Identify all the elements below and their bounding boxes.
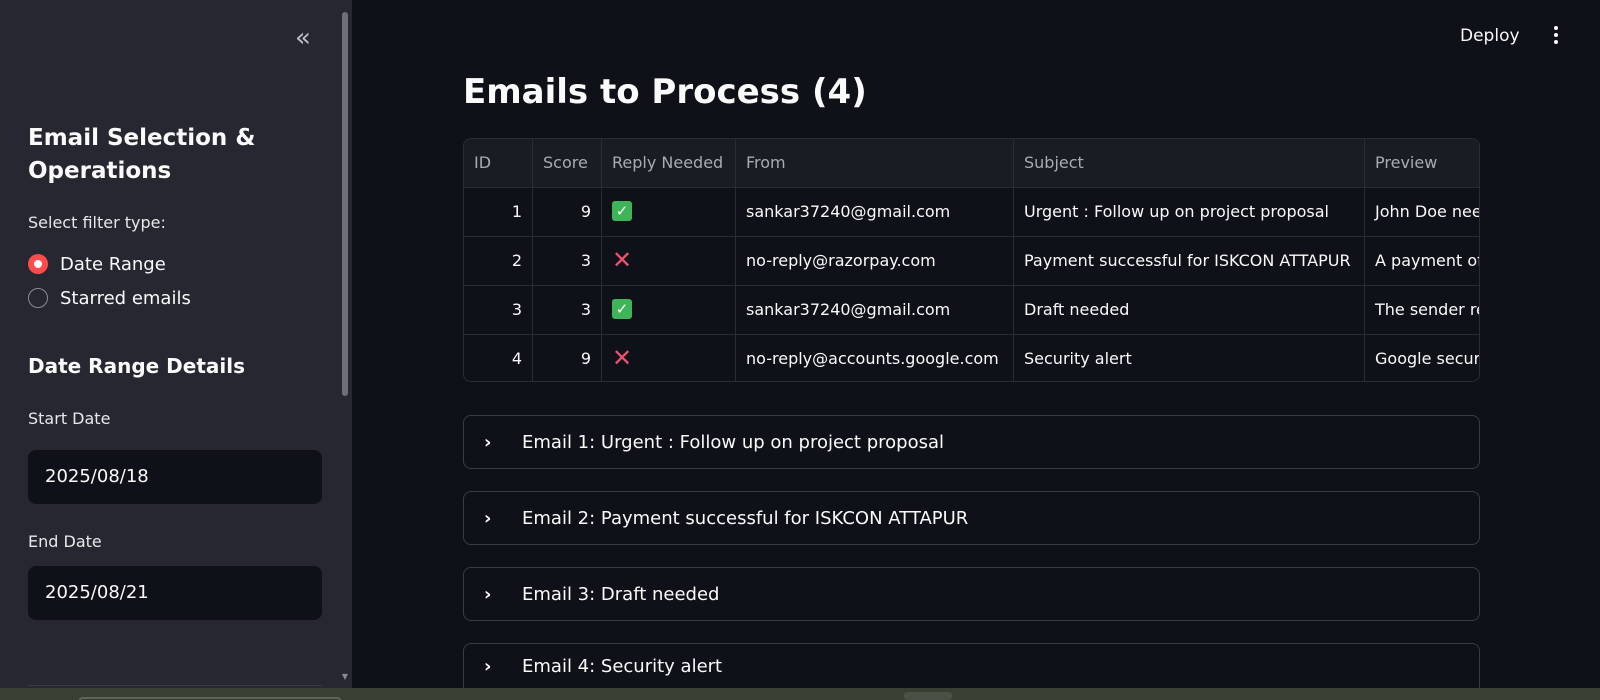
cell-score[interactable]: 3 xyxy=(533,237,602,285)
cell-score[interactable]: 9 xyxy=(533,188,602,236)
table-row[interactable]: 3 3 ✓ sankar37240@gmail.com Draft needed… xyxy=(464,286,1479,334)
date-range-heading: Date Range Details xyxy=(28,354,246,378)
table-row[interactable]: 4 9 ✕ no-reply@accounts.google.com Secur… xyxy=(464,335,1479,381)
column-header-from[interactable]: From xyxy=(736,139,1014,187)
emails-table[interactable]: ID Score Reply Needed From Subject Previ… xyxy=(463,138,1480,382)
cell-from[interactable]: no-reply@accounts.google.com xyxy=(736,335,1014,381)
check-mark-icon: ✓ xyxy=(612,201,632,221)
cell-id[interactable]: 2 xyxy=(464,237,533,285)
check-mark-icon: ✓ xyxy=(612,299,632,319)
table-row[interactable]: 1 9 ✓ sankar37240@gmail.com Urgent : Fol… xyxy=(464,188,1479,236)
sidebar-scrollbar[interactable]: ▼ xyxy=(340,8,350,684)
expander-email-4[interactable]: › Email 4: Security alert xyxy=(463,643,1480,688)
cell-score[interactable]: 9 xyxy=(533,335,602,381)
radio-starred-emails[interactable]: Starred emails xyxy=(28,285,191,311)
cell-preview[interactable]: Google secur xyxy=(1365,335,1479,381)
expander-label: Email 2: Payment successful for ISKCON A… xyxy=(522,507,969,529)
cell-subject[interactable]: Draft needed xyxy=(1014,286,1365,334)
collapse-sidebar-icon[interactable]: « xyxy=(288,24,318,54)
column-header-score[interactable]: Score xyxy=(533,139,602,187)
expander-label: Email 1: Urgent : Follow up on project p… xyxy=(522,431,944,453)
end-date-label: End Date xyxy=(28,532,102,551)
radio-unselected-icon[interactable] xyxy=(28,288,48,308)
radio-label: Date Range xyxy=(60,253,166,275)
cell-reply-needed[interactable]: ✕ xyxy=(602,335,736,381)
cell-preview[interactable]: John Doe nee xyxy=(1365,188,1479,236)
expander-email-2[interactable]: › Email 2: Payment successful for ISKCON… xyxy=(463,491,1480,545)
page-title: Emails to Process (4) xyxy=(463,72,867,112)
start-date-input[interactable]: 2025/08/18 xyxy=(28,450,322,504)
cross-mark-icon: ✕ xyxy=(612,245,633,274)
table-header-row: ID Score Reply Needed From Subject Previ… xyxy=(464,139,1479,187)
radio-date-range[interactable]: Date Range xyxy=(28,251,166,277)
cell-reply-needed[interactable]: ✕ xyxy=(602,237,736,285)
table-row[interactable]: 2 3 ✕ no-reply@razorpay.com Payment succ… xyxy=(464,237,1479,285)
sidebar-title: Email Selection & Operations xyxy=(28,125,256,184)
cell-id[interactable]: 3 xyxy=(464,286,533,334)
expander-email-1[interactable]: › Email 1: Urgent : Follow up on project… xyxy=(463,415,1480,469)
cell-reply-needed[interactable]: ✓ xyxy=(602,188,736,236)
sidebar-divider xyxy=(28,685,322,686)
cell-score[interactable]: 3 xyxy=(533,286,602,334)
cell-subject[interactable]: Urgent : Follow up on project proposal xyxy=(1014,188,1365,236)
cell-from[interactable]: sankar37240@gmail.com xyxy=(736,286,1014,334)
taskbar-app-icon[interactable] xyxy=(904,692,952,700)
scrollbar-thumb[interactable] xyxy=(342,12,348,396)
cell-from[interactable]: no-reply@razorpay.com xyxy=(736,237,1014,285)
cell-from[interactable]: sankar37240@gmail.com xyxy=(736,188,1014,236)
chevron-right-icon: › xyxy=(484,583,492,605)
column-header-subject[interactable]: Subject xyxy=(1014,139,1365,187)
deploy-button[interactable]: Deploy xyxy=(1460,26,1520,46)
cell-id[interactable]: 1 xyxy=(464,188,533,236)
cell-subject[interactable]: Payment successful for ISKCON ATTAPUR xyxy=(1014,237,1365,285)
expander-email-3[interactable]: › Email 3: Draft needed xyxy=(463,567,1480,621)
expander-label: Email 3: Draft needed xyxy=(522,583,720,605)
radio-selected-icon[interactable] xyxy=(28,254,48,274)
chevron-right-icon: › xyxy=(484,655,492,677)
end-date-input[interactable]: 2025/08/21 xyxy=(28,566,322,620)
chevron-right-icon: › xyxy=(484,431,492,453)
cell-preview[interactable]: The sender re xyxy=(1365,286,1479,334)
cross-mark-icon: ✕ xyxy=(612,343,633,372)
scroll-down-arrow-icon[interactable]: ▼ xyxy=(340,672,350,682)
column-header-reply-needed[interactable]: Reply Needed xyxy=(602,139,736,187)
column-header-id[interactable]: ID xyxy=(464,139,533,187)
cell-reply-needed[interactable]: ✓ xyxy=(602,286,736,334)
column-header-preview[interactable]: Preview xyxy=(1365,139,1479,187)
chevron-right-icon: › xyxy=(484,507,492,529)
cell-id[interactable]: 4 xyxy=(464,335,533,381)
radio-label: Starred emails xyxy=(60,287,191,309)
kebab-menu-icon[interactable] xyxy=(1548,26,1564,52)
start-date-label: Start Date xyxy=(28,409,111,428)
cell-preview[interactable]: A payment of xyxy=(1365,237,1479,285)
cell-subject[interactable]: Security alert xyxy=(1014,335,1365,381)
expander-label: Email 4: Security alert xyxy=(522,655,723,677)
filter-type-label: Select filter type: xyxy=(28,213,166,232)
sidebar: « ▼ Email Selection & Operations Select … xyxy=(0,0,352,688)
